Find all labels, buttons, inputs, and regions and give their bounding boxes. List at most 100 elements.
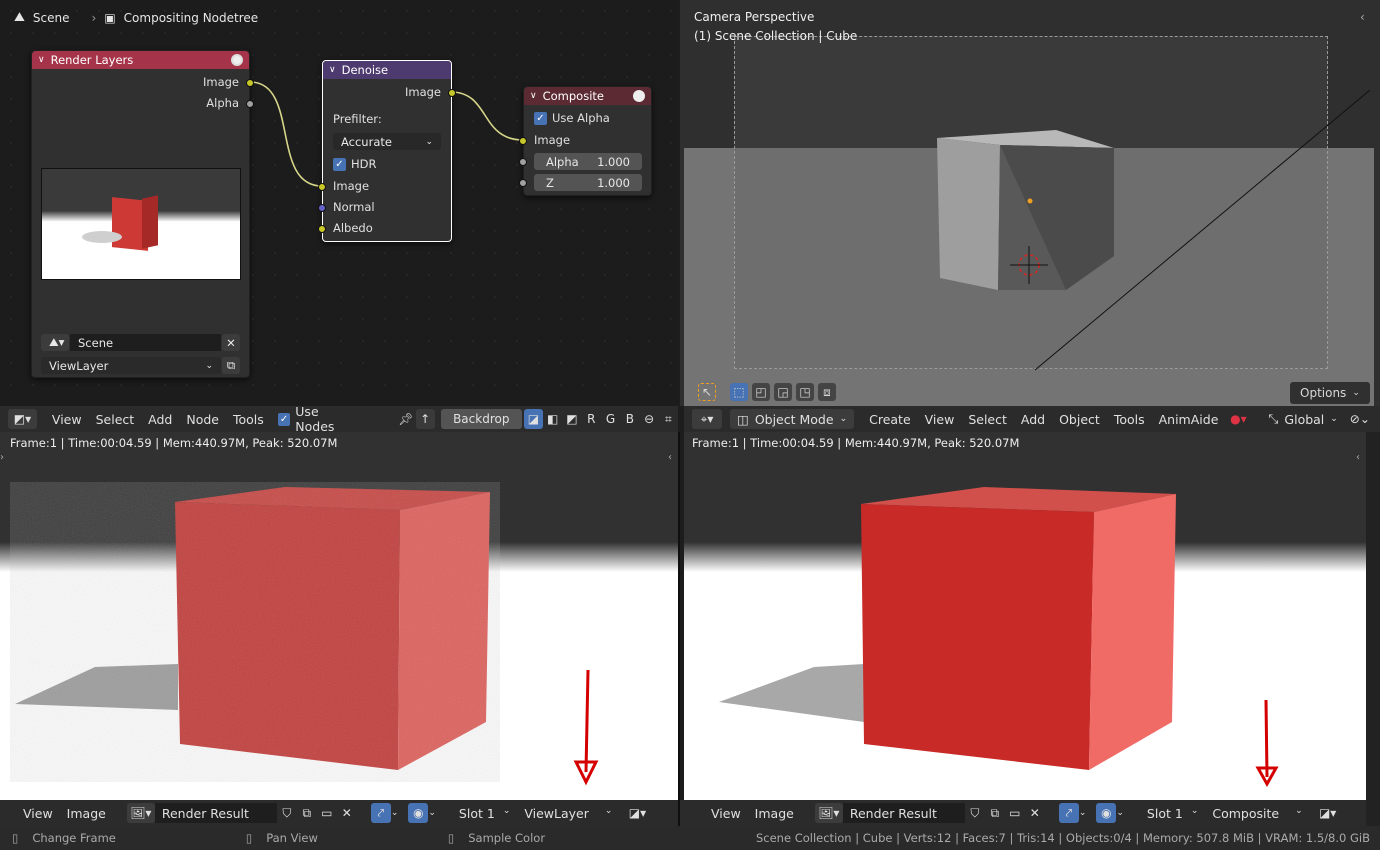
channel-g-button[interactable]: G xyxy=(601,409,620,429)
backdrop-color-alpha-icon[interactable]: ◪ xyxy=(523,409,544,429)
cursor-tool-icon[interactable]: ↖ xyxy=(698,383,716,401)
display-channels-icon[interactable]: ◉ xyxy=(1096,803,1117,823)
input-albedo-socket[interactable] xyxy=(318,225,326,233)
fake-user-icon[interactable]: ⛉ xyxy=(277,803,297,823)
render-layers-header[interactable]: ∨ Render Layers xyxy=(32,51,249,69)
output-image-socket[interactable] xyxy=(246,79,254,87)
output-image-socket[interactable] xyxy=(448,89,456,97)
display-mode-icon[interactable]: ◪▾ xyxy=(1314,803,1342,823)
display-mode-icon[interactable]: ◪▾ xyxy=(623,803,651,823)
collapse-icon[interactable]: ∨ xyxy=(329,65,336,75)
menu-image[interactable]: Image xyxy=(748,806,801,821)
render-icon[interactable] xyxy=(633,90,645,102)
close-icon[interactable]: ✕ xyxy=(337,803,357,823)
layer-dropdown[interactable]: Composite ⌄ xyxy=(1205,806,1309,821)
image-name-field[interactable]: Render Result xyxy=(154,803,277,823)
new-image-icon[interactable]: ⧉ xyxy=(297,803,317,823)
addon-icon[interactable]: ●▾ xyxy=(1225,409,1251,429)
menu-tools[interactable]: Tools xyxy=(226,412,271,427)
slot-dropdown[interactable]: Slot 1 ⌄ xyxy=(1140,806,1205,821)
image-name-field[interactable]: Render Result xyxy=(842,803,965,823)
close-icon[interactable]: ✕ xyxy=(1025,803,1045,823)
display-channels-icon[interactable]: ◉ xyxy=(408,803,429,823)
menu-select[interactable]: Select xyxy=(961,412,1014,427)
snap-icon[interactable]: ⌗ xyxy=(659,409,678,429)
menu-create[interactable]: Create xyxy=(862,412,918,427)
composite-node[interactable]: ∨ Composite ✓ Use Alpha Image Alpha 1.000 … xyxy=(519,86,652,196)
menu-view[interactable]: View xyxy=(45,412,89,427)
channel-r-button[interactable]: R xyxy=(582,409,601,429)
layer-dropdown[interactable]: ViewLayer ⌄ xyxy=(517,806,619,821)
hdr-checkbox[interactable]: ✓ HDR xyxy=(333,157,377,171)
menu-select[interactable]: Select xyxy=(89,412,142,427)
input-image-socket[interactable] xyxy=(519,137,527,145)
close-icon[interactable]: ✕ xyxy=(222,334,240,351)
chevron-left-icon[interactable]: ‹ xyxy=(1360,10,1365,24)
input-image-socket[interactable] xyxy=(318,183,326,191)
copy-icon[interactable]: ⧉ xyxy=(222,357,240,374)
input-normal-socket[interactable] xyxy=(318,204,326,212)
collapse-icon[interactable]: ∨ xyxy=(530,91,537,101)
backdrop-color-icon[interactable]: ◧ xyxy=(543,409,562,429)
fake-user-icon[interactable]: ⛉ xyxy=(965,803,985,823)
parent-node-icon[interactable]: ↑ xyxy=(415,409,435,429)
orientation-dropdown[interactable]: ⤡ Global ⌄ xyxy=(1261,411,1344,427)
mode-dropdown[interactable]: ◫ Object Mode ⌄ xyxy=(730,409,855,429)
menu-view[interactable]: View xyxy=(16,806,60,821)
input-alpha-socket[interactable] xyxy=(519,158,527,166)
menu-view[interactable]: View xyxy=(704,806,748,821)
denoise-header[interactable]: ∨ Denoise xyxy=(323,61,451,79)
select-intersect-icon[interactable]: ⧈ xyxy=(818,383,836,401)
render-icon[interactable] xyxy=(231,54,243,66)
menu-view[interactable]: View xyxy=(918,412,962,427)
z-field[interactable]: Z 1.000 xyxy=(534,174,642,191)
select-extend-icon[interactable]: ◰ xyxy=(752,383,770,401)
scene-cube[interactable] xyxy=(680,0,1380,406)
menu-add[interactable]: Add xyxy=(141,412,179,427)
composite-header[interactable]: ∨ Composite xyxy=(524,87,651,105)
alpha-field[interactable]: Alpha 1.000 xyxy=(534,153,642,170)
render-layers-node[interactable]: ∨ Render Layers Image Alpha ⛰▾ Scene ✕ V… xyxy=(31,50,254,378)
collapse-icon[interactable]: ∨ xyxy=(38,55,45,65)
prefilter-dropdown[interactable]: Accurate ⌄ xyxy=(333,133,441,150)
editor-type-icon[interactable]: ⌖▾ xyxy=(692,409,722,429)
view-layer-dropdown[interactable]: ViewLayer ⌄ xyxy=(41,357,221,374)
select-new-icon[interactable]: ⬚ xyxy=(730,383,748,401)
pin-icon[interactable]: 📌︎ xyxy=(396,409,415,429)
menu-add[interactable]: Add xyxy=(1014,412,1052,427)
sample-tool-icon[interactable]: ⤤ xyxy=(1058,803,1079,823)
menu-tools[interactable]: Tools xyxy=(1107,412,1152,427)
sample-tool-icon[interactable]: ⤤ xyxy=(370,803,391,823)
use-alpha-checkbox[interactable]: ✓ Use Alpha xyxy=(534,111,610,125)
link-icon[interactable]: ⊖ xyxy=(639,409,658,429)
menu-object[interactable]: Object xyxy=(1052,412,1107,427)
backdrop-alpha-icon[interactable]: ◩ xyxy=(562,409,581,429)
image-browse-icon[interactable]: 🖼︎▾ xyxy=(126,803,155,823)
node-editor[interactable]: ⛰ Scene › ▣ Compositing Nodetree ∨ Rende… xyxy=(0,0,678,432)
image-editor-right[interactable]: Frame:1 | Time:00:04.59 | Mem:440.97M, P… xyxy=(684,432,1366,800)
open-folder-icon[interactable]: ▭ xyxy=(317,803,337,823)
select-invert-icon[interactable]: ◳ xyxy=(796,383,814,401)
scene-field[interactable]: Scene xyxy=(70,334,221,351)
menu-image[interactable]: Image xyxy=(60,806,113,821)
use-nodes-checkbox[interactable]: ✓ Use Nodes xyxy=(271,404,366,434)
editor-type-icon[interactable]: ◩▾ xyxy=(8,409,37,429)
input-z-socket[interactable] xyxy=(519,179,527,187)
menu-node[interactable]: Node xyxy=(179,412,226,427)
output-alpha-socket[interactable] xyxy=(246,100,254,108)
new-image-icon[interactable]: ⧉ xyxy=(985,803,1005,823)
image-browse-icon[interactable]: 🖼︎▾ xyxy=(814,803,843,823)
channel-b-button[interactable]: B xyxy=(620,409,639,429)
area-divider[interactable] xyxy=(678,432,680,826)
3d-viewport[interactable]: Camera Perspective (1) Scene Collection … xyxy=(680,0,1380,406)
open-folder-icon[interactable]: ▭ xyxy=(1005,803,1025,823)
menu-animaide[interactable]: AnimAide xyxy=(1152,412,1226,427)
pivot-icon[interactable]: ⊘⌄ xyxy=(1345,409,1375,429)
image-editor-left[interactable]: Frame:1 | Time:00:04.59 | Mem:440.97M, P… xyxy=(0,432,678,800)
denoise-node[interactable]: ∨ Denoise Image Prefilter: Accurate ⌄ ✓ HD… xyxy=(318,60,456,242)
options-dropdown[interactable]: Options ⌄ xyxy=(1290,382,1370,404)
backdrop-toggle[interactable]: Backdrop xyxy=(440,409,522,429)
scene-selector-icon[interactable]: ⛰▾ xyxy=(41,334,69,351)
select-subtract-icon[interactable]: ◲ xyxy=(774,383,792,401)
slot-dropdown[interactable]: Slot 1 ⌄ xyxy=(452,806,517,821)
